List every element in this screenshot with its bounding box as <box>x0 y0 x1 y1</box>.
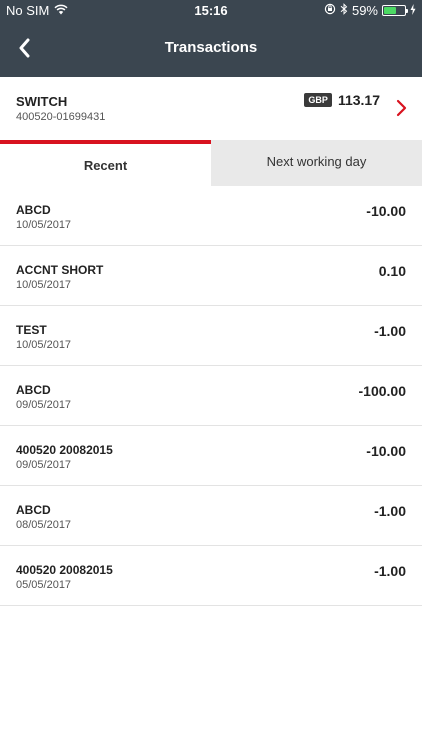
transaction-date: 08/05/2017 <box>16 519 72 531</box>
transaction-date: 10/05/2017 <box>16 339 72 351</box>
account-name: SWITCH <box>16 94 68 109</box>
transaction-amount: -100.00 <box>358 383 406 399</box>
transaction-amount: -10.00 <box>366 443 406 459</box>
transaction-amount: -10.00 <box>366 203 406 219</box>
transaction-description: ACCNT SHORT <box>16 263 104 277</box>
bluetooth-icon <box>340 3 348 18</box>
transaction-row[interactable]: TEST 10/05/2017 -1.00 <box>0 306 422 366</box>
battery-level-fill <box>384 7 396 14</box>
status-bar: No SIM 15:16 59% <box>0 0 422 22</box>
transaction-description: TEST <box>16 323 47 337</box>
tab-bar: Recent Next working day <box>0 140 422 186</box>
transaction-amount: -1.00 <box>374 323 406 339</box>
transaction-date: 10/05/2017 <box>16 219 72 231</box>
transaction-description: 400520 20082015 <box>16 443 113 457</box>
account-balance: GBP 113.17 <box>304 92 380 108</box>
account-summary[interactable]: SWITCH 400520-01699431 GBP 113.17 <box>0 77 422 140</box>
navigation-bar: Transactions <box>0 22 422 77</box>
tab-next-working-day[interactable]: Next working day <box>211 140 422 186</box>
balance-amount: 113.17 <box>337 92 380 108</box>
transaction-description: ABCD <box>16 503 51 517</box>
transaction-row[interactable]: ABCD 09/05/2017 -100.00 <box>0 366 422 426</box>
currency-badge: GBP <box>304 93 332 107</box>
transaction-description: ABCD <box>16 203 51 217</box>
battery-icon <box>382 5 408 16</box>
transaction-row[interactable]: 400520 20082015 05/05/2017 -1.00 <box>0 546 422 606</box>
transaction-date: 09/05/2017 <box>16 399 72 411</box>
transaction-amount: -1.00 <box>374 563 406 579</box>
transaction-row[interactable]: ABCD 10/05/2017 -10.00 <box>0 186 422 246</box>
transaction-description: 400520 20082015 <box>16 563 113 577</box>
battery-percent: 59% <box>351 3 378 18</box>
transaction-date: 10/05/2017 <box>16 279 72 291</box>
account-number: 400520-01699431 <box>16 111 106 123</box>
transaction-list: ABCD 10/05/2017 -10.00 ACCNT SHORT 10/05… <box>0 186 422 606</box>
page-title: Transactions <box>164 39 258 56</box>
transaction-row[interactable]: 400520 20082015 09/05/2017 -10.00 <box>0 426 422 486</box>
top-bar: No SIM 15:16 59% Transactions <box>0 0 422 77</box>
transaction-row[interactable]: ACCNT SHORT 10/05/2017 0.10 <box>0 246 422 306</box>
status-right: 59% <box>324 3 416 18</box>
transaction-date: 05/05/2017 <box>16 579 72 591</box>
chevron-right-icon[interactable] <box>396 99 408 117</box>
transaction-row[interactable]: ABCD 08/05/2017 -1.00 <box>0 486 422 546</box>
transaction-description: ABCD <box>16 383 51 397</box>
charging-icon <box>410 3 416 18</box>
transaction-amount: 0.10 <box>378 263 406 279</box>
tab-recent[interactable]: Recent <box>0 140 211 186</box>
transaction-amount: -1.00 <box>374 503 406 519</box>
transaction-date: 09/05/2017 <box>16 459 72 471</box>
rotation-lock-icon <box>324 3 336 18</box>
